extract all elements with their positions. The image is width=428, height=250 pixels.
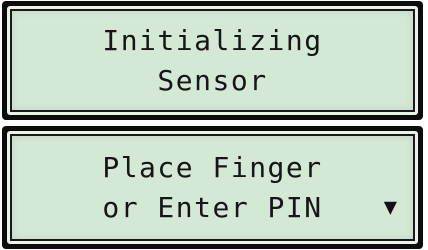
lcd-line-1: Place Finger — [102, 150, 323, 184]
lcd-line-row: or Enter PIN ▼ — [10, 188, 415, 228]
lcd-line-1: Initializing — [102, 23, 323, 57]
lcd-display-place-finger: Place Finger or Enter PIN ▼ — [2, 126, 423, 249]
lcd-screen: Initializing Sensor — [7, 6, 418, 115]
down-triangle-icon: ▼ — [383, 194, 397, 220]
lcd-screen: Place Finger or Enter PIN ▼ — [7, 131, 418, 244]
lcd-line-2: or Enter PIN — [102, 190, 323, 224]
lcd-line-2: Sensor — [157, 63, 268, 97]
lcd-display-initializing: Initializing Sensor — [2, 1, 423, 120]
